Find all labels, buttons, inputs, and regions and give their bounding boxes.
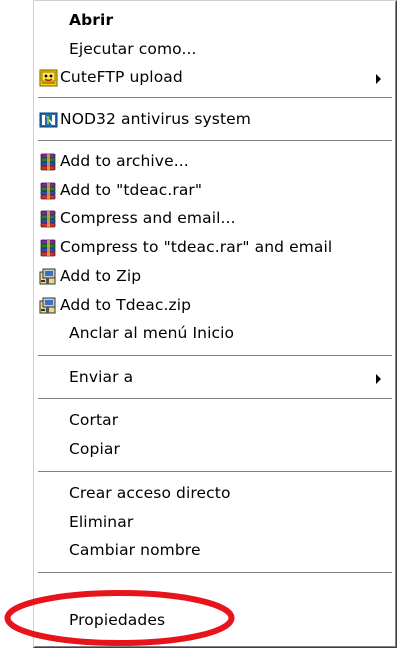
menu-item-label: Cambiar nombre [69,541,201,559]
menu-item-label: Cortar [69,411,119,429]
menu-item-compress-to-rar-and-email[interactable]: Compress to "tdeac.rar" and email [39,234,391,262]
menu-item-label: Copiar [69,440,120,458]
nod32-icon [39,111,59,129]
winrar-icon [39,153,59,171]
winrar-icon [39,182,59,200]
menu-separator [38,471,392,473]
menu-item-propiedades[interactable]: Propiedades [39,607,391,635]
menu-item-anclar-menu-inicio[interactable]: Anclar al menú Inicio [39,320,391,348]
menu-item-label: Abrir [69,11,114,29]
winrar-icon [39,239,59,257]
menu-item-label: Add to "tdeac.rar" [60,181,203,199]
menu-item-label: Compress to "tdeac.rar" and email [60,238,333,256]
context-menu-frame: Abrir Ejecutar como... CuteFTP upload NO… [34,1,396,647]
submenu-arrow-icon [376,374,381,384]
menu-item-label: Add to archive... [60,152,189,170]
menu-item-ejecutar-como[interactable]: Ejecutar como... [39,36,391,64]
menu-item-label: Crear acceso directo [69,484,231,502]
winzip-icon [39,268,59,286]
menu-separator [38,140,392,142]
menu-item-add-to-archive[interactable]: Add to archive... [39,148,391,176]
menu-item-label: NOD32 antivirus system [60,110,252,128]
winrar-icon [39,210,59,228]
submenu-arrow-icon [376,74,381,84]
menu-item-eliminar[interactable]: Eliminar [39,509,391,537]
menu-item-copiar[interactable]: Copiar [39,436,391,464]
cuteftp-icon [39,69,59,87]
menu-item-cortar[interactable]: Cortar [39,407,391,435]
menu-separator [38,97,392,99]
menu-item-cuteftp-upload[interactable]: CuteFTP upload [39,64,391,92]
menu-item-label: Enviar a [69,368,134,386]
menu-item-label: Add to Tdeac.zip [60,296,192,314]
menu-item-cambiar-nombre[interactable]: Cambiar nombre [39,537,391,565]
menu-item-label: Compress and email... [60,209,236,227]
menu-item-label: Anclar al menú Inicio [69,324,235,342]
context-menu: Abrir Ejecutar como... CuteFTP upload NO… [33,0,397,648]
menu-item-abrir[interactable]: Abrir [39,7,391,35]
menu-separator [38,398,392,400]
menu-item-label: CuteFTP upload [60,68,183,86]
menu-item-add-to-rar[interactable]: Add to "tdeac.rar" [39,177,391,205]
winzip-icon [39,297,59,315]
menu-item-label: Add to Zip [60,267,142,285]
menu-item-add-to-zip[interactable]: Add to Zip [39,263,391,291]
menu-separator [38,572,392,574]
menu-item-compress-and-email[interactable]: Compress and email... [39,205,391,233]
menu-item-label: Ejecutar como... [69,40,197,58]
menu-item-label: Eliminar [69,513,134,531]
menu-item-enviar-a[interactable]: Enviar a [39,364,391,392]
menu-item-label: Propiedades [69,611,166,629]
menu-item-nod32[interactable]: NOD32 antivirus system [39,106,391,134]
menu-item-crear-acceso-directo[interactable]: Crear acceso directo [39,480,391,508]
menu-separator [38,355,392,357]
menu-item-add-to-tdeac-zip[interactable]: Add to Tdeac.zip [39,292,391,320]
